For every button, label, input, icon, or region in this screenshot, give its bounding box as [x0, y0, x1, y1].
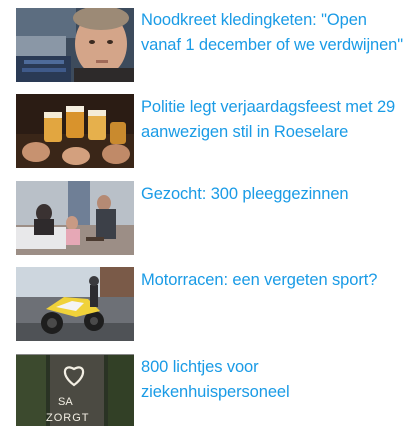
candle-text-sa: SA: [58, 396, 73, 408]
beer-toast-photo: [16, 94, 134, 168]
family-living-room-photo: [16, 181, 134, 255]
article-list: Noodkreet kledingketen: "Open vanaf 1 de…: [0, 0, 414, 426]
motorbike-photo: [16, 267, 134, 341]
article-title[interactable]: Gezocht: 300 pleeggezinnen: [141, 182, 411, 207]
article-thumbnail[interactable]: [16, 267, 134, 341]
article-title[interactable]: Motorracen: een vergeten sport?: [141, 268, 411, 293]
article-thumbnail[interactable]: [16, 181, 134, 255]
article-title[interactable]: Noodkreet kledingketen: "Open vanaf 1 de…: [141, 8, 411, 57]
article-thumbnail[interactable]: [16, 94, 134, 168]
candle-heart-photo: SA ZORGT: [16, 355, 134, 426]
article-thumbnail[interactable]: [16, 8, 134, 82]
article-title[interactable]: Politie legt verjaardagsfeest met 29 aan…: [141, 95, 411, 144]
article-title[interactable]: 800 lichtjes voor ziekenhuispersoneel: [141, 355, 411, 404]
article-thumbnail[interactable]: SA ZORGT: [16, 354, 134, 426]
man-portrait-photo: [16, 8, 134, 82]
candle-text-zorgt: ZORGT: [46, 412, 90, 424]
